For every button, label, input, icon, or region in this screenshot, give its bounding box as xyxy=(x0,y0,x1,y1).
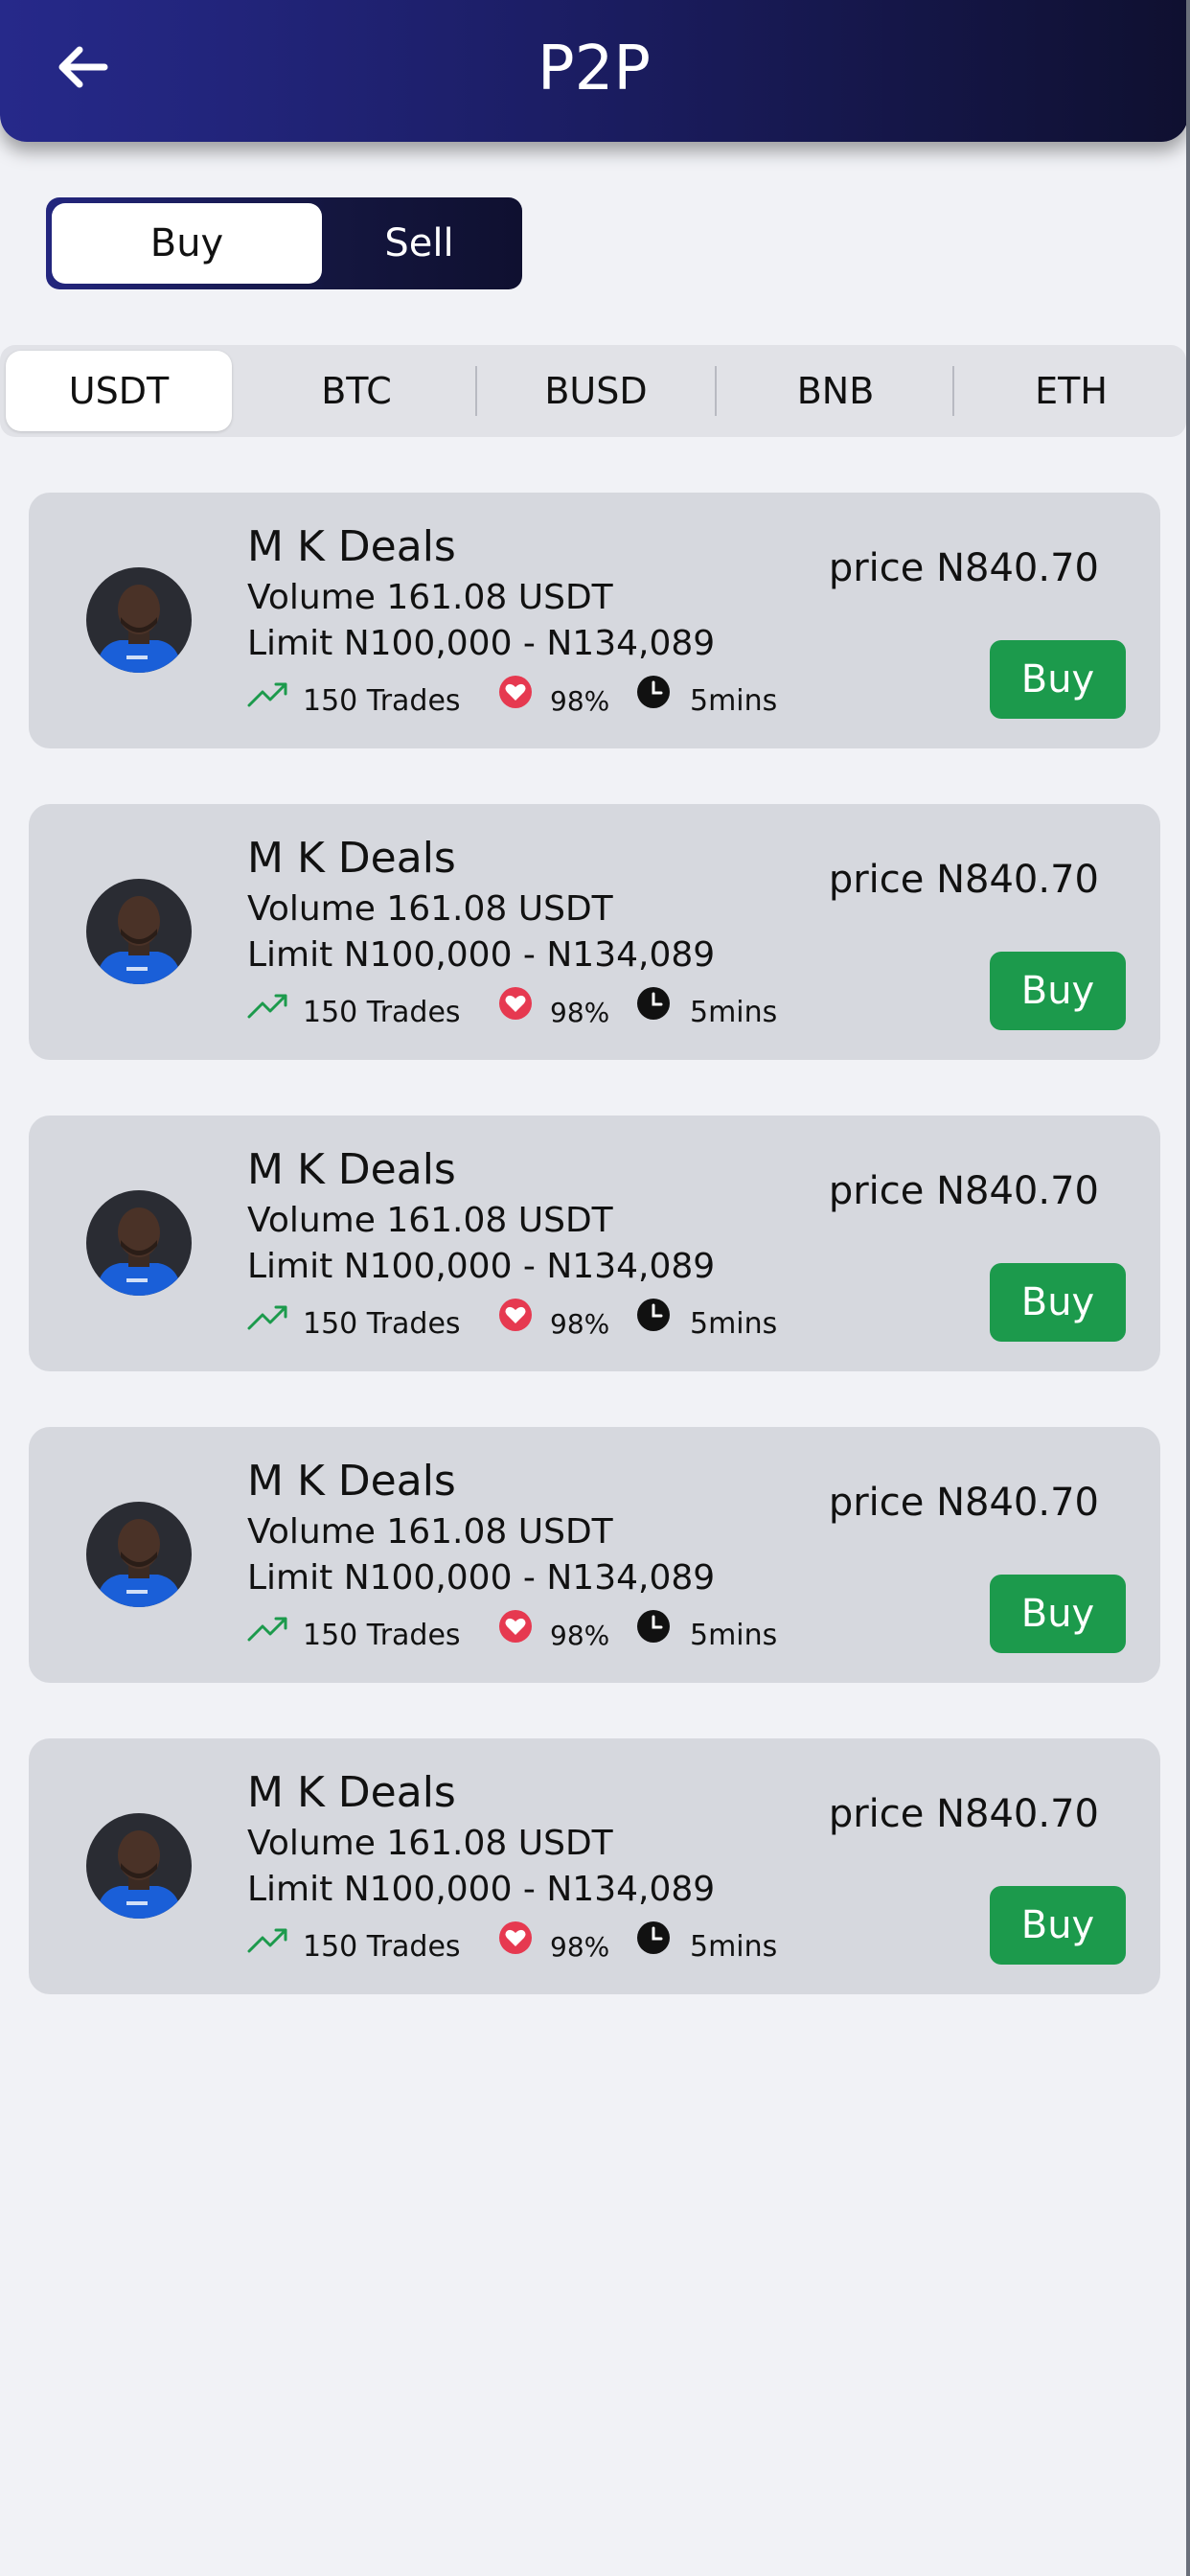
offer-volume: Volume 161.08 USDT xyxy=(247,1512,613,1552)
page-title: P2P xyxy=(538,34,651,104)
completion-rate: 98% xyxy=(550,997,610,1028)
trending-up-icon xyxy=(247,994,287,1019)
tab-eth[interactable]: ETH xyxy=(956,351,1186,431)
merchant-name: M K Deals xyxy=(247,834,456,883)
offer-volume: Volume 161.08 USDT xyxy=(247,1824,613,1863)
offer-volume: Volume 161.08 USDT xyxy=(247,1201,613,1240)
offer-card: M K Deals Volume 161.08 USDT Limit N100,… xyxy=(29,1427,1160,1683)
offer-price: price N840.70 xyxy=(828,858,1099,902)
trending-up-icon xyxy=(247,1928,287,1953)
clock-icon xyxy=(637,1610,670,1643)
buy-button[interactable]: Buy xyxy=(990,952,1126,1030)
offer-limit: Limit N100,000 - N134,089 xyxy=(247,1558,716,1598)
app-header: P2P xyxy=(0,0,1188,142)
tab-divider xyxy=(475,366,477,416)
completion-rate: 98% xyxy=(550,1308,610,1340)
clock-icon xyxy=(637,1299,670,1331)
sell-mode-button[interactable]: Sell xyxy=(322,203,516,284)
offer-card: M K Deals Volume 161.08 USDT Limit N100,… xyxy=(29,1738,1160,1994)
offer-limit: Limit N100,000 - N134,089 xyxy=(247,624,716,663)
tab-usdt[interactable]: USDT xyxy=(6,351,232,431)
coin-tabs: USDT BTC BUSD BNB ETH xyxy=(0,345,1186,437)
trade-count: 150 Trades xyxy=(303,996,461,1029)
merchant-avatar xyxy=(86,567,192,673)
merchant-name: M K Deals xyxy=(247,1457,456,1506)
completion-rate: 98% xyxy=(550,1931,610,1963)
trending-up-icon xyxy=(247,1305,287,1330)
tab-busd[interactable]: BUSD xyxy=(479,351,713,431)
buy-button[interactable]: Buy xyxy=(990,1886,1126,1965)
trade-count: 150 Trades xyxy=(303,1930,461,1964)
offer-volume: Volume 161.08 USDT xyxy=(247,889,613,929)
buy-button[interactable]: Buy xyxy=(990,640,1126,719)
merchant-stats: 150 Trades 98% 5mins xyxy=(247,1610,784,1653)
payment-time: 5mins xyxy=(690,1307,778,1341)
trade-count: 150 Trades xyxy=(303,1307,461,1341)
trade-count: 150 Trades xyxy=(303,1619,461,1652)
offer-card: M K Deals Volume 161.08 USDT Limit N100,… xyxy=(29,1116,1160,1371)
offer-card: M K Deals Volume 161.08 USDT Limit N100,… xyxy=(29,493,1160,748)
merchant-avatar xyxy=(86,879,192,984)
buy-button[interactable]: Buy xyxy=(990,1263,1126,1342)
offer-limit: Limit N100,000 - N134,089 xyxy=(247,1870,716,1909)
heart-icon xyxy=(499,987,532,1020)
heart-icon xyxy=(499,1610,532,1643)
clock-icon xyxy=(637,1921,670,1954)
buy-mode-button[interactable]: Buy xyxy=(52,203,322,284)
tab-btc[interactable]: BTC xyxy=(241,351,471,431)
merchant-name: M K Deals xyxy=(247,1768,456,1817)
payment-time: 5mins xyxy=(690,1930,778,1964)
merchant-stats: 150 Trades 98% 5mins xyxy=(247,1299,784,1342)
merchant-stats: 150 Trades 98% 5mins xyxy=(247,1921,784,1965)
offer-price: price N840.70 xyxy=(828,1169,1099,1213)
offer-volume: Volume 161.08 USDT xyxy=(247,578,613,617)
trade-count: 150 Trades xyxy=(303,684,461,718)
offer-card: M K Deals Volume 161.08 USDT Limit N100,… xyxy=(29,804,1160,1060)
buy-sell-toggle: Buy Sell xyxy=(46,197,522,289)
offer-limit: Limit N100,000 - N134,089 xyxy=(247,1247,716,1286)
merchant-name: M K Deals xyxy=(247,1145,456,1194)
offer-price: price N840.70 xyxy=(828,546,1099,590)
offer-limit: Limit N100,000 - N134,089 xyxy=(247,935,716,975)
offer-price: price N840.70 xyxy=(828,1792,1099,1836)
payment-time: 5mins xyxy=(690,684,778,718)
merchant-avatar xyxy=(86,1813,192,1919)
merchant-name: M K Deals xyxy=(247,522,456,571)
trending-up-icon xyxy=(247,1617,287,1642)
trending-up-icon xyxy=(247,682,287,707)
tab-divider xyxy=(952,366,954,416)
tab-bnb[interactable]: BNB xyxy=(719,351,952,431)
heart-icon xyxy=(499,1299,532,1331)
completion-rate: 98% xyxy=(550,1620,610,1651)
payment-time: 5mins xyxy=(690,1619,778,1652)
clock-icon xyxy=(637,987,670,1020)
tab-divider xyxy=(715,366,717,416)
merchant-avatar xyxy=(86,1502,192,1607)
merchant-stats: 150 Trades 98% 5mins xyxy=(247,676,784,719)
scroll-edge xyxy=(1186,0,1190,2576)
payment-time: 5mins xyxy=(690,996,778,1029)
clock-icon xyxy=(637,676,670,708)
merchant-avatar xyxy=(86,1190,192,1296)
buy-button[interactable]: Buy xyxy=(990,1575,1126,1653)
completion-rate: 98% xyxy=(550,685,610,717)
heart-icon xyxy=(499,676,532,708)
heart-icon xyxy=(499,1921,532,1954)
merchant-stats: 150 Trades 98% 5mins xyxy=(247,987,784,1030)
offer-price: price N840.70 xyxy=(828,1481,1099,1525)
